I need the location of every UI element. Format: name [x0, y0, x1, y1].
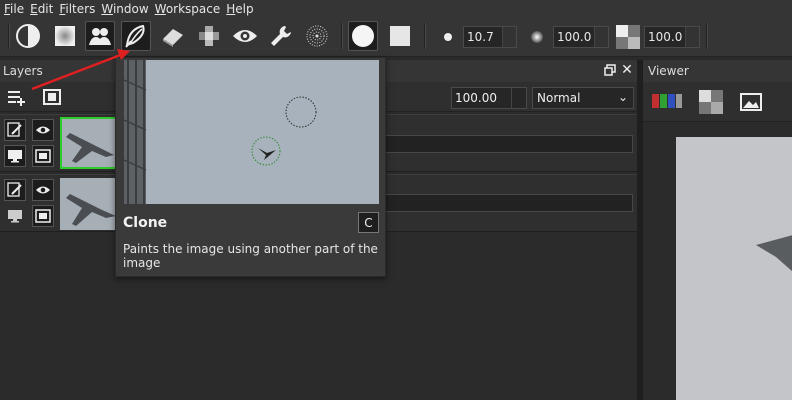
spin-arrows[interactable]: [502, 27, 516, 47]
toolbar-grip[interactable]: [424, 23, 426, 49]
eraser-icon: [163, 29, 183, 47]
people-icon: [89, 28, 111, 45]
close-panel-icon[interactable]: ✕: [619, 62, 635, 78]
square-brush-icon: [390, 26, 410, 46]
noise-tool-button[interactable]: [302, 21, 332, 51]
chevron-down-icon: ⌄: [617, 90, 629, 104]
tooltip-description: Paints the image using another part of t…: [123, 242, 378, 270]
tool-tooltip: Clone C Paints the image using another p…: [115, 57, 386, 277]
blend-mode-value: Normal: [537, 91, 581, 105]
contrast-icon: [16, 24, 40, 48]
menu-file[interactable]: File: [4, 2, 24, 16]
layer-opacity-spinbox[interactable]: 100.00: [451, 87, 527, 109]
gradient-tool-button[interactable]: [50, 21, 80, 51]
menu-help[interactable]: Help: [226, 2, 253, 16]
viewer-canvas[interactable]: [676, 137, 792, 400]
hardness-spinbox[interactable]: 100.0: [553, 26, 609, 48]
contrast-tool-button[interactable]: [13, 21, 43, 51]
layer-name-field[interactable]: [385, 135, 633, 153]
image-view-icon[interactable]: [739, 90, 763, 114]
blend-mode-select[interactable]: Normal ⌄: [532, 87, 634, 109]
edit-layer-icon[interactable]: [4, 179, 26, 201]
gradient-icon: [55, 26, 75, 46]
layer-visibility-icon[interactable]: [32, 179, 54, 201]
menu-edit[interactable]: Edit: [30, 2, 53, 16]
layer-mask-toggle-icon[interactable]: [32, 205, 54, 227]
transparency-checker-icon[interactable]: [699, 90, 723, 114]
tooltip-title: Clone: [123, 215, 168, 231]
layer-thumbnail[interactable]: [60, 117, 120, 169]
toolbar-grip[interactable]: [8, 23, 10, 49]
circle-brush-button[interactable]: [348, 21, 378, 51]
layer-visibility-icon[interactable]: [32, 119, 54, 141]
menu-filters[interactable]: Filters: [59, 2, 95, 16]
tooltip-preview-image: [124, 60, 379, 204]
rgb-channels-icon[interactable]: [651, 91, 683, 111]
brush-size-icon: [444, 33, 452, 41]
layer-mask-toggle-icon[interactable]: [32, 145, 54, 167]
wrench-tool-button[interactable]: [266, 21, 296, 51]
layers-panel-title: Layers: [3, 64, 43, 78]
wrench-icon: [271, 26, 291, 46]
eye-icon: [233, 30, 257, 42]
menu-workspace[interactable]: Workspace: [155, 2, 221, 16]
clone-tool-button[interactable]: [121, 21, 151, 51]
hardness-icon: [531, 31, 543, 43]
pixelate-tool-button[interactable]: [194, 21, 224, 51]
opacity-checker-icon: [616, 25, 640, 49]
monitor-icon[interactable]: [4, 205, 26, 227]
viewer-panel: Viewer: [642, 60, 792, 400]
viewer-panel-title: Viewer: [648, 64, 689, 78]
viewer-panel-header: Viewer: [643, 60, 792, 82]
pixelate-icon: [199, 26, 219, 46]
float-panel-icon[interactable]: [602, 62, 618, 78]
eraser-tool-button[interactable]: [158, 21, 188, 51]
monitor-icon[interactable]: [4, 145, 26, 167]
tooltip-shortcut-key: C: [358, 212, 379, 233]
add-layer-icon[interactable]: [6, 87, 26, 107]
toolbar: 10.7 100.0 100.0: [0, 17, 792, 57]
spin-arrows[interactable]: [594, 27, 608, 47]
clone-brush-icon: [125, 24, 145, 48]
opacity-spinbox[interactable]: 100.0: [644, 26, 700, 48]
menu-bar: File Edit Filters Window Workspace Help: [0, 0, 792, 17]
noise-icon: [306, 25, 328, 47]
eye-tool-button[interactable]: [230, 21, 260, 51]
square-brush-button[interactable]: [385, 21, 415, 51]
edit-layer-icon[interactable]: [4, 119, 26, 141]
brush-size-value: 10.7: [467, 30, 494, 44]
viewer-toolbar: [643, 82, 792, 122]
layer-name-field[interactable]: [385, 194, 633, 212]
hardness-value: 100.0: [557, 30, 592, 44]
brush-size-spinbox[interactable]: 10.7: [463, 26, 517, 48]
layer-mask-icon[interactable]: [42, 87, 62, 107]
circle-brush-icon: [352, 25, 374, 47]
menu-window[interactable]: Window: [101, 2, 148, 16]
toolbar-grip[interactable]: [341, 23, 343, 49]
people-tool-button[interactable]: [85, 21, 115, 51]
opacity-value: 100.0: [648, 30, 683, 44]
spin-arrows[interactable]: [685, 27, 699, 47]
toolbar-grip[interactable]: [706, 23, 708, 49]
layer-thumbnail[interactable]: [60, 178, 120, 230]
layer-opacity-value: 100.00: [455, 91, 497, 105]
